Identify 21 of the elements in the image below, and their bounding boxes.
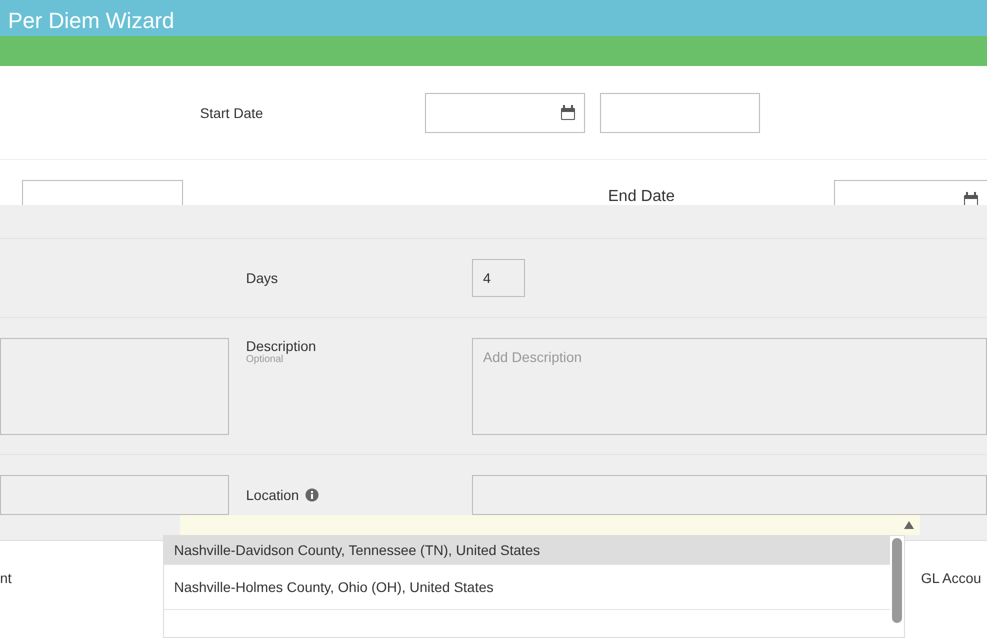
- input-field[interactable]: [0, 475, 229, 515]
- column-label: nt: [0, 570, 12, 586]
- text-area[interactable]: [0, 338, 229, 435]
- location-label: Location: [246, 487, 299, 503]
- start-time-field[interactable]: [600, 92, 760, 132]
- days-label: Days: [246, 270, 279, 286]
- start-date-field[interactable]: [425, 92, 585, 132]
- column-label: GL Accou: [921, 570, 982, 586]
- days-field[interactable]: 4: [472, 259, 525, 297]
- calendar-icon[interactable]: [560, 104, 576, 120]
- caret-icon[interactable]: [904, 521, 914, 529]
- window-title: Per Diem Wizard: [8, 8, 174, 34]
- end-date-label: End Date: [608, 188, 676, 205]
- optional-hint: Optional: [246, 354, 284, 365]
- description-label: Description: [246, 338, 318, 354]
- dropdown-option[interactable]: Nashville-Davidson County, Tennessee (TN), United States: [164, 536, 890, 565]
- start-date-label: Start Date: [200, 104, 264, 120]
- scrollbar[interactable]: [892, 538, 902, 623]
- calendar-icon[interactable]: [963, 192, 979, 205]
- info-icon: [304, 488, 319, 502]
- location-field[interactable]: [472, 475, 987, 515]
